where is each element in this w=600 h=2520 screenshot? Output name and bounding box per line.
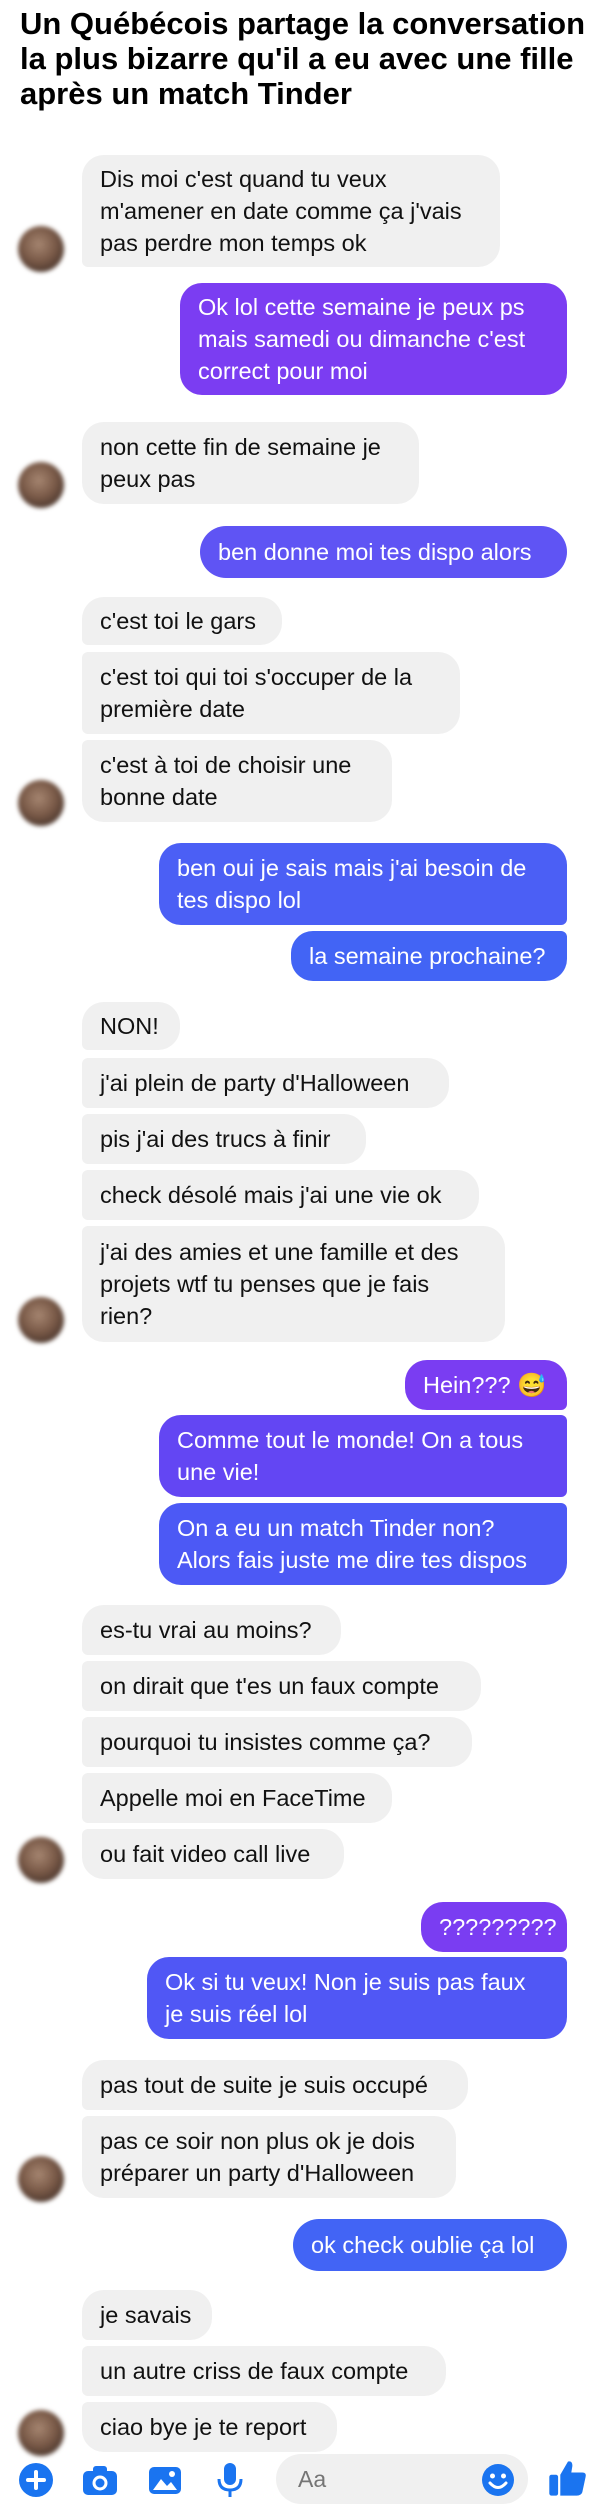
message-row: ben oui je sais mais j'ai besoin de tes … (0, 843, 600, 925)
message-row: Ok lol cette semaine je peux ps mais sam… (0, 283, 600, 395)
message-bubble-outgoing: On a eu un match Tinder non? Alors fais … (159, 1503, 567, 1585)
message-bubble-incoming: c'est toi le gars (82, 597, 282, 645)
message-bubble-incoming: c'est toi qui toi s'occuper de la premiè… (82, 652, 460, 734)
avatar[interactable] (18, 780, 64, 826)
message-bubble-incoming: non cette fin de semaine je peux pas (82, 422, 419, 504)
avatar[interactable] (18, 2156, 64, 2202)
image-icon[interactable] (145, 2460, 185, 2500)
message-row: On a eu un match Tinder non? Alors fais … (0, 1503, 600, 1585)
plus-icon[interactable] (16, 2460, 56, 2500)
avatar[interactable] (18, 1297, 64, 1343)
message-row: ok check oublie ça lol (0, 2219, 600, 2271)
message-row: Comme tout le monde! On a tous une vie! (0, 1415, 600, 1497)
message-bubble-incoming: Dis moi c'est quand tu veux m'amener en … (82, 155, 500, 267)
message-bubble-outgoing: ben oui je sais mais j'ai besoin de tes … (159, 843, 567, 925)
message-bubble-incoming: un autre criss de faux compte (82, 2346, 446, 2396)
message-row: c'est à toi de choisir une bonne date (0, 740, 600, 826)
message-bubble-outgoing: ben donne moi tes dispo alors (200, 526, 567, 578)
message-bubble-incoming: on dirait que t'es un faux compte (82, 1661, 481, 1711)
composer-bar (0, 2446, 600, 2512)
message-row: c'est toi qui toi s'occuper de la premiè… (0, 652, 600, 734)
message-row: Ok si tu veux! Non je suis pas faux je s… (0, 1957, 600, 2039)
message-row: je savais (0, 2290, 600, 2340)
message-row: non cette fin de semaine je peux pas (0, 422, 600, 508)
message-bubble-incoming: j'ai plein de party d'Halloween (82, 1058, 449, 1108)
message-row: la semaine prochaine? (0, 931, 600, 981)
message-bubble-outgoing: la semaine prochaine? (291, 931, 567, 981)
avatar[interactable] (18, 462, 64, 508)
message-row: j'ai plein de party d'Halloween (0, 1058, 600, 1108)
message-bubble-incoming: je savais (82, 2290, 212, 2340)
message-row: NON! (0, 1002, 600, 1052)
message-bubble-incoming: check désolé mais j'ai une vie ok (82, 1170, 479, 1220)
microphone-icon[interactable] (210, 2460, 250, 2500)
message-row: Appelle moi en FaceTime (0, 1773, 600, 1823)
message-bubble-incoming: c'est à toi de choisir une bonne date (82, 740, 392, 822)
message-row: Dis moi c'est quand tu veux m'amener en … (0, 155, 600, 272)
message-row: ben donne moi tes dispo alors (0, 526, 600, 578)
message-row: ????????? (0, 1902, 600, 1952)
message-bubble-incoming: NON! (82, 1002, 180, 1050)
message-row: j'ai des amies et une famille et des pro… (0, 1226, 600, 1343)
message-bubble-outgoing: Ok si tu veux! Non je suis pas faux je s… (147, 1957, 567, 2039)
message-bubble-incoming: ou fait video call live (82, 1829, 344, 1879)
message-bubble-incoming: es-tu vrai au moins? (82, 1605, 341, 1655)
message-row: un autre criss de faux compte (0, 2346, 600, 2396)
avatar[interactable] (18, 1837, 64, 1883)
message-row: pourquoi tu insistes comme ça? (0, 1717, 600, 1767)
message-bubble-outgoing: Hein??? 😅 (405, 1360, 567, 1410)
message-row: pas tout de suite je suis occupé (0, 2060, 600, 2110)
message-row: ou fait video call live (0, 1829, 600, 1883)
message-row: on dirait que t'es un faux compte (0, 1661, 600, 1711)
message-row: es-tu vrai au moins? (0, 1605, 600, 1655)
camera-icon[interactable] (80, 2460, 120, 2500)
headline: Un Québécois partage la conversation la … (20, 6, 586, 111)
message-bubble-outgoing: ok check oublie ça lol (293, 2219, 567, 2271)
avatar[interactable] (18, 226, 64, 272)
message-row: ciao bye je te report (0, 2402, 600, 2456)
message-row: c'est toi le gars (0, 597, 600, 649)
message-bubble-outgoing: Comme tout le monde! On a tous une vie! (159, 1415, 567, 1497)
message-bubble-incoming: pas tout de suite je suis occupé (82, 2060, 468, 2110)
message-bubble-outgoing: ????????? (421, 1902, 567, 1952)
thumbs-up-icon[interactable] (546, 2456, 590, 2500)
message-bubble-outgoing: Ok lol cette semaine je peux ps mais sam… (180, 283, 567, 395)
message-bubble-incoming: pis j'ai des trucs à finir (82, 1114, 366, 1164)
message-row: pas ce soir non plus ok je dois préparer… (0, 2116, 600, 2202)
message-row: Hein??? 😅 (0, 1360, 600, 1410)
message-bubble-incoming: ciao bye je te report (82, 2402, 337, 2452)
message-row: pis j'ai des trucs à finir (0, 1114, 600, 1164)
message-bubble-incoming: Appelle moi en FaceTime (82, 1773, 392, 1823)
message-bubble-incoming: pas ce soir non plus ok je dois préparer… (82, 2116, 456, 2198)
emoji-icon[interactable] (478, 2460, 518, 2500)
message-bubble-incoming: pourquoi tu insistes comme ça? (82, 1717, 472, 1767)
message-row: check désolé mais j'ai une vie ok (0, 1170, 600, 1220)
message-bubble-incoming: j'ai des amies et une famille et des pro… (82, 1226, 505, 1342)
